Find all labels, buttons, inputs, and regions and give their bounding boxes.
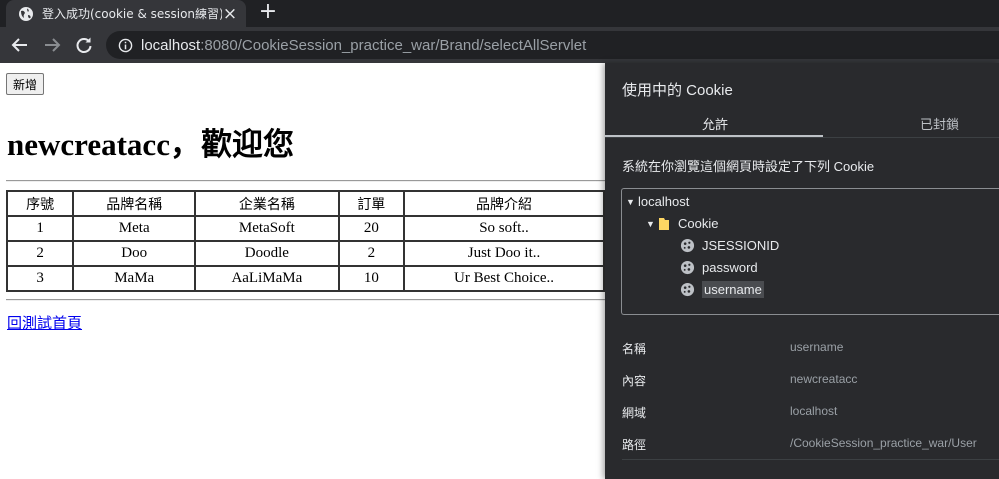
table-cell: 10 [337, 265, 406, 292]
table-cell: AaLiMaMa [194, 265, 340, 292]
column-header: 品牌名稱 [72, 190, 197, 217]
close-icon[interactable]: × [222, 5, 238, 22]
detail-value: newcreatacc [790, 372, 858, 386]
info-icon[interactable] [118, 38, 133, 53]
column-header: 訂單 [337, 190, 406, 217]
detail-value: username [790, 340, 844, 354]
tree-item-label: JSESSIONID [702, 238, 780, 253]
tree-item-cookie[interactable]: JSESSIONID [680, 235, 779, 256]
tree-item-label: username [702, 281, 764, 298]
table-row: 1 Meta MetaSoft 20 So soft.. [5, 215, 605, 242]
column-header: 企業名稱 [194, 190, 340, 217]
expand-arrow-icon[interactable]: ▼ [646, 219, 658, 229]
table-cell: So soft.. [403, 215, 605, 242]
detail-key: 網域 [622, 406, 647, 420]
table-cell: 2 [5, 240, 75, 267]
back-arrow-icon [11, 38, 27, 52]
url-path: :8080/CookieSession_practice_war/Brand/s… [200, 36, 587, 54]
detail-row-name: 名稱 username [622, 337, 999, 359]
table-cell: Just Doo it.. [403, 240, 605, 267]
detail-value: /CookieSession_practice_war/User [790, 436, 977, 450]
detail-row-content: 內容 newcreatacc [622, 369, 999, 391]
url-text: localhost:8080/CookieSession_practice_wa… [141, 37, 586, 54]
reload-icon [76, 37, 92, 53]
tab-blocked[interactable]: 已封鎖 [920, 114, 959, 133]
tree-item-cookie[interactable]: password [680, 257, 758, 278]
table-header-row: 序號 品牌名稱 企業名稱 訂單 品牌介紹 [5, 190, 605, 217]
dialog-description: 系統在你瀏覽這個網頁時設定了下列 Cookie [622, 159, 875, 174]
detail-row-domain: 網域 localhost [622, 401, 999, 423]
browser-toolbar: localhost:8080/CookieSession_practice_wa… [0, 27, 999, 63]
dialog-title: 使用中的 Cookie [622, 82, 733, 99]
detail-row-path: 路徑 /CookieSession_practice_war/User [622, 433, 999, 455]
table-cell: 1 [5, 215, 75, 242]
tree-item-folder[interactable]: ▼ Cookie [646, 213, 718, 234]
page-content: 新增 newcreatacc，歡迎您 序號 品牌名稱 企業名稱 訂單 品牌介紹 … [0, 63, 605, 479]
column-header: 品牌介紹 [403, 190, 605, 217]
table-cell: Doo [72, 240, 197, 267]
table-cell: MaMa [72, 265, 197, 292]
cookie-icon [680, 260, 695, 275]
detail-key: 路徑 [622, 438, 647, 452]
table-row: 3 MaMa AaLiMaMa 10 Ur Best Choice.. [5, 265, 605, 292]
detail-key: 內容 [622, 374, 647, 388]
cookies-dialog: 使用中的 Cookie 允許 已封鎖 系統在你瀏覽這個網頁時設定了下列 Cook… [605, 63, 999, 479]
table-cell: Doodle [194, 240, 340, 267]
globe-icon [19, 6, 33, 21]
expand-arrow-icon[interactable]: ▼ [626, 197, 638, 207]
table-cell: 3 [5, 265, 75, 292]
cookie-tree: ▼ localhost ▼ Cookie JSESSIONID password… [621, 188, 999, 315]
forward-arrow-icon [45, 38, 61, 52]
detail-key: 名稱 [622, 342, 647, 356]
table-cell: 20 [337, 215, 406, 242]
table-cell: MetaSoft [194, 215, 340, 242]
divider [6, 299, 605, 301]
tree-item-label: localhost [638, 194, 690, 209]
folder-icon [659, 217, 669, 230]
table-cell: Meta [72, 215, 197, 242]
back-to-home-link[interactable]: 回測試首頁 [7, 312, 82, 333]
browser-tab[interactable]: 登入成功(cookie & session練習) × [6, 0, 246, 27]
cookie-icon [680, 282, 695, 297]
divider [6, 180, 605, 182]
new-tab-button[interactable]: + [257, 0, 279, 27]
add-button[interactable]: 新增 [6, 73, 45, 95]
divider [605, 137, 999, 138]
plus-icon: + [258, 0, 278, 24]
detail-value: localhost [790, 404, 838, 418]
tree-item-label: password [702, 260, 758, 275]
tree-item-site[interactable]: ▼ localhost [626, 191, 689, 212]
address-bar[interactable]: localhost:8080/CookieSession_practice_wa… [106, 31, 999, 59]
cookie-icon [680, 238, 695, 253]
table-cell: 2 [337, 240, 406, 267]
tree-item-cookie-selected[interactable]: username [680, 279, 764, 300]
tab-title: 登入成功(cookie & session練習) [42, 7, 222, 21]
column-header: 序號 [5, 190, 75, 217]
tree-item-label: Cookie [678, 216, 719, 231]
tab-strip: 登入成功(cookie & session練習) × + [0, 0, 999, 27]
url-host: localhost [141, 36, 201, 54]
table-row: 2 Doo Doodle 2 Just Doo it.. [5, 240, 605, 267]
back-button[interactable] [8, 33, 32, 57]
table-cell: Ur Best Choice.. [403, 265, 605, 292]
forward-button[interactable] [40, 33, 64, 57]
welcome-heading: newcreatacc，歡迎您 [7, 127, 294, 162]
divider [622, 459, 999, 460]
reload-button[interactable] [72, 33, 96, 57]
brand-table: 序號 品牌名稱 企業名稱 訂單 品牌介紹 1 Meta MetaSoft 20 … [5, 190, 605, 292]
tab-allowed[interactable]: 允許 [702, 114, 728, 133]
